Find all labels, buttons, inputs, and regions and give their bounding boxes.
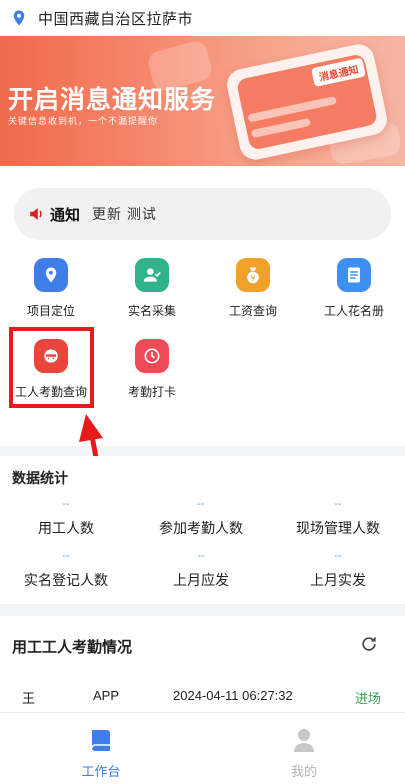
stat-label: 用工人数 (38, 520, 94, 536)
grid-item-clock-in[interactable]: 考勤打卡 (112, 339, 192, 400)
stats-card: 数据统计 -- 用工人数 -- 参加考勤人数 -- 现场管理人数 -- 实名登记… (0, 456, 405, 604)
stat-payable[interactable]: -- 上月应发 (141, 550, 261, 590)
notice-label: 通知 (50, 206, 81, 224)
record-time: 2024-04-11 06:27:32 (173, 688, 293, 703)
grid-item-label: 项目定位 (26, 304, 75, 318)
notice-bar[interactable]: 通知 更新 测试 (14, 188, 391, 240)
highlight-box (9, 327, 94, 408)
clock-icon (135, 339, 169, 373)
tab-mine[interactable]: 我的 (264, 727, 344, 780)
money-bag-icon: ¥ (236, 258, 270, 292)
grid-item-label: 实名采集 (127, 304, 176, 318)
records-title: 用工工人考勤情况 (12, 639, 133, 656)
record-source: APP (93, 688, 120, 703)
stats-title: 数据统计 (12, 470, 68, 486)
roster-icon (337, 258, 371, 292)
grid-item-salary[interactable]: ¥ 工资查询 (213, 258, 293, 319)
profile-icon (294, 729, 314, 752)
record-name: 王 (22, 691, 36, 706)
svg-text:¥: ¥ (251, 274, 256, 283)
stat-value: -- (334, 550, 342, 562)
banner-title: 开启消息通知服务 (8, 86, 217, 114)
location-bar[interactable]: 中国西藏自治区拉萨市 (0, 0, 405, 36)
attendance-records-card: 用工工人考勤情况 王 APP 2024-04-11 06:27:32 进场 (0, 616, 405, 726)
grid-item-roster[interactable]: 工人花名册 (314, 258, 394, 319)
notice-text: 更新 测试 (92, 206, 157, 222)
grid-item-label: 考勤打卡 (127, 385, 176, 399)
stat-label: 实名登记人数 (24, 572, 108, 588)
stat-managers[interactable]: -- 现场管理人数 (278, 498, 398, 538)
stat-workers[interactable]: -- 用工人数 (6, 498, 126, 538)
location-icon (34, 258, 68, 292)
tab-workbench[interactable]: 工作台 (61, 727, 141, 780)
tab-label: 工作台 (81, 764, 121, 779)
map-pin-icon (13, 10, 25, 26)
grid-item-real-name[interactable]: 实名采集 (112, 258, 192, 319)
grid-item-project-location[interactable]: 项目定位 (11, 258, 91, 319)
banner-subtitle: 关键信息收到机，一个不漏提醒你 (8, 116, 159, 126)
stat-attendance[interactable]: -- 参加考勤人数 (141, 498, 261, 538)
refresh-icon[interactable] (359, 634, 379, 654)
tab-label: 我的 (290, 764, 317, 779)
stat-paid[interactable]: -- 上月实发 (278, 550, 398, 590)
notification-banner[interactable]: 开启消息通知服务 关键信息收到机，一个不漏提醒你 消息通知 (0, 36, 405, 166)
stat-value: -- (197, 550, 205, 562)
record-status: 进场 (355, 691, 382, 706)
stat-value: -- (334, 498, 342, 510)
stat-label: 参加考勤人数 (159, 520, 243, 536)
stat-value: -- (62, 550, 70, 562)
location-text: 中国西藏自治区拉萨市 (38, 10, 194, 28)
stat-registered[interactable]: -- 实名登记人数 (6, 550, 126, 590)
stat-label: 上月应发 (173, 572, 229, 588)
grid-item-label: 工资查询 (228, 304, 277, 318)
stat-value: -- (62, 498, 70, 510)
stat-value: -- (197, 498, 205, 510)
workbench-icon (91, 730, 110, 751)
stat-label: 现场管理人数 (296, 520, 380, 536)
table-row[interactable]: 王 APP 2024-04-11 06:27:32 进场 (0, 688, 405, 706)
bottom-tab-bar: 工作台 我的 (0, 712, 405, 784)
speaker-icon (30, 208, 42, 220)
grid-item-label: 工人花名册 (323, 304, 384, 318)
user-check-icon (135, 258, 169, 292)
stat-label: 上月实发 (310, 572, 366, 588)
